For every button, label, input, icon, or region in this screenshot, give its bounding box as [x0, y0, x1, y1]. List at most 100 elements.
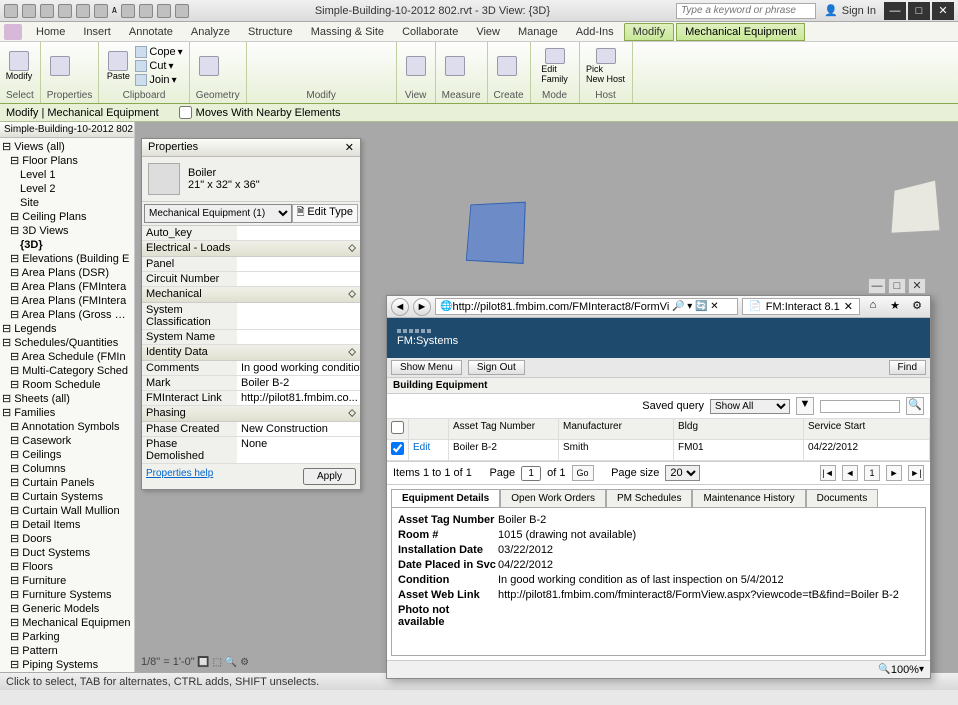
- tree-node[interactable]: ⊟ Views (all): [2, 140, 132, 154]
- properties-help-link[interactable]: Properties help: [146, 468, 213, 485]
- tree-node[interactable]: ⊟ Duct Systems: [10, 546, 132, 560]
- tree-node[interactable]: ⊟ Floor Plans: [10, 154, 132, 168]
- tree-node[interactable]: ⊟ Ceiling Plans: [10, 210, 132, 224]
- ie-tab[interactable]: 📄 FM:Interact 8.1 ✕: [742, 298, 860, 315]
- detail-tab-open-work-orders[interactable]: Open Work Orders: [500, 489, 606, 507]
- tree-node[interactable]: ⊟ Doors: [10, 532, 132, 546]
- qat-undo-icon[interactable]: [58, 4, 72, 18]
- browser-tab[interactable]: Simple-Building-10-2012 802...: [0, 122, 134, 138]
- tree-node[interactable]: ⊟ Area Schedule (FMIn: [10, 350, 132, 364]
- page-prev-button[interactable]: ◄: [842, 465, 858, 481]
- tree-node[interactable]: Level 1: [20, 168, 132, 182]
- tree-node[interactable]: ⊟ Ceilings: [10, 448, 132, 462]
- ie-home-icon[interactable]: ⌂: [864, 299, 882, 315]
- saved-query-select[interactable]: Show All: [710, 399, 790, 414]
- tree-node[interactable]: ⊟ Sheets (all): [2, 392, 132, 406]
- tree-node[interactable]: ⊟ Detail Items: [10, 518, 132, 532]
- tree-node[interactable]: ⊟ Parking: [10, 630, 132, 644]
- cope-button[interactable]: Cope ▾: [135, 46, 182, 58]
- tree-node[interactable]: ⊟ Curtain Panels: [10, 476, 132, 490]
- measure-button[interactable]: [442, 48, 468, 84]
- page-next-button[interactable]: ►: [886, 465, 902, 481]
- tree-node[interactable]: ⊟ 3D Views: [10, 224, 132, 238]
- paste-button[interactable]: Paste: [105, 48, 131, 84]
- view-scale[interactable]: 1/8" = 1'-0" 🔲 ⬚ 🔍 ⚙: [141, 656, 249, 668]
- property-category[interactable]: Electrical - Loads⬦: [142, 241, 360, 257]
- grid-row[interactable]: Edit Boiler B-2 Smith FM01 04/22/2012: [387, 440, 930, 461]
- qat-icon[interactable]: [121, 4, 135, 18]
- modify-button[interactable]: Modify: [6, 48, 32, 84]
- tab-manage[interactable]: Manage: [510, 24, 566, 40]
- ie-maximize-button[interactable]: □: [888, 278, 906, 294]
- view-button[interactable]: [403, 48, 429, 84]
- maximize-button[interactable]: □: [908, 2, 930, 20]
- tab-modify[interactable]: Modify: [624, 23, 674, 41]
- col-svc[interactable]: Service Start: [804, 419, 930, 439]
- tree-node[interactable]: Level 2: [20, 182, 132, 196]
- property-row[interactable]: Auto_key: [142, 226, 360, 241]
- geom-tool[interactable]: [196, 48, 222, 84]
- tree-node[interactable]: ⊟ Area Plans (FMIntera: [10, 280, 132, 294]
- modify-tool-icon[interactable]: [313, 47, 327, 61]
- close-icon[interactable]: ✕: [345, 141, 354, 154]
- qat-icon[interactable]: [175, 4, 189, 18]
- property-category[interactable]: Phasing⬦: [142, 406, 360, 422]
- tree-node[interactable]: ⊟ Generic Models: [10, 602, 132, 616]
- col-bldg[interactable]: Bldg: [674, 419, 804, 439]
- tree-node[interactable]: ⊟ Room Schedule: [10, 378, 132, 392]
- help-search-input[interactable]: [676, 3, 816, 19]
- detail-tab-documents[interactable]: Documents: [806, 489, 879, 507]
- property-row[interactable]: System Classification: [142, 303, 360, 330]
- ie-tools-icon[interactable]: ⚙: [908, 299, 926, 315]
- detail-tab-equipment-details[interactable]: Equipment Details: [391, 489, 500, 507]
- show-menu-button[interactable]: Show Menu: [391, 360, 462, 375]
- join-button[interactable]: Join ▾: [135, 74, 182, 86]
- filter-icon[interactable]: ▼: [796, 397, 814, 415]
- row-checkbox[interactable]: [391, 442, 404, 455]
- qat-redo-icon[interactable]: [76, 4, 90, 18]
- tree-node[interactable]: ⊟ Legends: [2, 322, 132, 336]
- tree-node[interactable]: ⊟ Area Plans (Gross Buil: [10, 308, 132, 322]
- modify-tool-icon[interactable]: [293, 47, 307, 61]
- selected-boiler-3d[interactable]: [466, 202, 526, 264]
- search-input[interactable]: [820, 400, 900, 413]
- ie-forward-button[interactable]: ►: [413, 298, 431, 316]
- tab-home[interactable]: Home: [28, 24, 73, 40]
- property-row[interactable]: CommentsIn good working condition: [142, 361, 360, 376]
- view-cube[interactable]: [891, 180, 941, 234]
- tree-node[interactable]: ⊟ Schedules/Quantities: [2, 336, 132, 350]
- tree-node[interactable]: ⊟ Curtain Systems: [10, 490, 132, 504]
- tree-node[interactable]: ⊟ Mechanical Equipmen: [10, 616, 132, 630]
- tab-close-icon[interactable]: ✕: [844, 300, 853, 313]
- property-row[interactable]: Panel: [142, 257, 360, 272]
- tree-node[interactable]: ⊟ Columns: [10, 462, 132, 476]
- tree-node[interactable]: ⊟ Multi-Category Sched: [10, 364, 132, 378]
- tree-node[interactable]: {3D}: [20, 238, 132, 252]
- tab-collaborate[interactable]: Collaborate: [394, 24, 466, 40]
- properties-header[interactable]: Properties✕: [142, 139, 360, 157]
- property-row[interactable]: MarkBoiler B-2: [142, 376, 360, 391]
- ie-address-bar[interactable]: 🌐 http://pilot81.fmbim.com/FMInteract8/F…: [435, 298, 738, 315]
- page-num[interactable]: 1: [864, 465, 880, 481]
- tree-node[interactable]: ⊟ Area Plans (DSR): [10, 266, 132, 280]
- select-all-checkbox[interactable]: [391, 421, 404, 434]
- edit-link[interactable]: Edit: [409, 440, 449, 460]
- property-row[interactable]: Circuit Number: [142, 272, 360, 287]
- modify-tool-icon[interactable]: [253, 47, 267, 61]
- property-category[interactable]: Mechanical⬦: [142, 287, 360, 303]
- moves-with-nearby-checkbox[interactable]: Moves With Nearby Elements: [179, 106, 341, 119]
- property-row[interactable]: Phase DemolishedNone: [142, 437, 360, 464]
- go-button[interactable]: Go: [572, 465, 594, 481]
- qat-save-icon[interactable]: [40, 4, 54, 18]
- page-first-button[interactable]: |◄: [820, 465, 836, 481]
- create-button[interactable]: [494, 48, 520, 84]
- sign-in-button[interactable]: 👤 Sign In: [824, 4, 876, 17]
- property-category[interactable]: Identity Data⬦: [142, 345, 360, 361]
- edit-family-button[interactable]: Edit Family: [537, 48, 573, 84]
- modify-tool-icon[interactable]: [273, 47, 287, 61]
- edit-type-button[interactable]: 🗎 Edit Type: [292, 204, 359, 223]
- tree-node[interactable]: ⊟ Furniture: [10, 574, 132, 588]
- tab-insert[interactable]: Insert: [75, 24, 119, 40]
- apply-button[interactable]: Apply: [303, 468, 356, 485]
- ie-minimize-button[interactable]: —: [868, 278, 886, 294]
